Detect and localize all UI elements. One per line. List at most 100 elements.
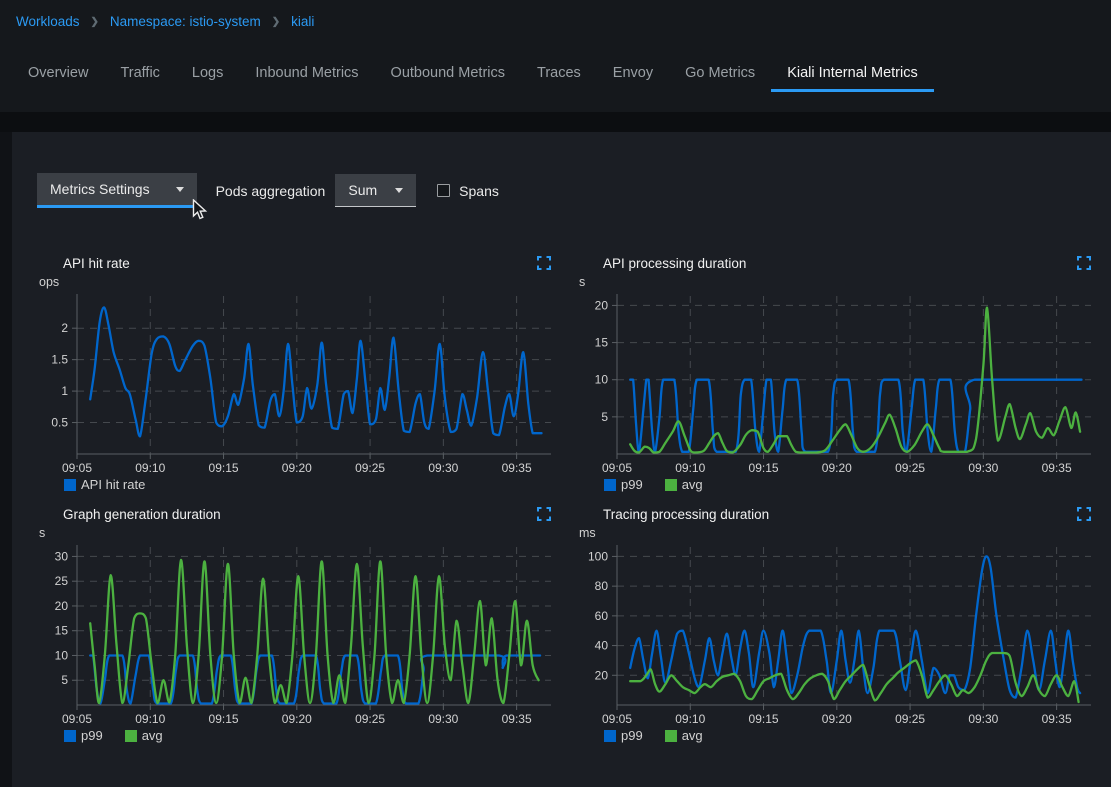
svg-text:100: 100 (588, 549, 608, 563)
chart-canvas[interactable]: 510152009:0509:1009:1509:2009:2509:3009:… (577, 290, 1097, 476)
svg-text:1: 1 (61, 384, 68, 398)
svg-text:20: 20 (595, 298, 609, 312)
svg-text:09:20: 09:20 (282, 712, 312, 726)
content-panel: Metrics Settings Pods aggregation Sum Sp… (12, 132, 1111, 787)
chart-legend: p99 avg (577, 728, 1097, 743)
svg-text:09:35: 09:35 (1042, 461, 1072, 475)
legend-swatch-icon (64, 479, 76, 491)
svg-text:09:15: 09:15 (749, 712, 779, 726)
svg-text:09:30: 09:30 (968, 461, 998, 475)
svg-text:09:20: 09:20 (822, 712, 852, 726)
chart-title: API processing duration (603, 256, 746, 271)
tab-traffic[interactable]: Traffic (104, 56, 175, 92)
chart-legend: p99 avg (577, 477, 1097, 492)
tab-logs[interactable]: Logs (176, 56, 239, 92)
tab-overview[interactable]: Overview (12, 56, 104, 92)
legend-item-avg[interactable]: avg (125, 728, 163, 743)
chart-canvas[interactable]: 2040608010009:0509:1009:1509:2009:2509:3… (577, 541, 1097, 727)
svg-text:09:25: 09:25 (895, 712, 925, 726)
checkbox-icon[interactable] (437, 184, 450, 197)
pods-aggregation-label: Pods aggregation (216, 183, 326, 199)
svg-text:0.5: 0.5 (51, 416, 68, 430)
legend-swatch-icon (64, 730, 76, 742)
svg-text:09:10: 09:10 (675, 712, 705, 726)
legend-item-api-hit-rate[interactable]: API hit rate (64, 477, 145, 492)
chart-title: Tracing processing duration (603, 507, 769, 522)
svg-text:09:25: 09:25 (355, 461, 385, 475)
breadcrumb: Workloads ❯ Namespace: istio-system ❯ kiali (0, 0, 1111, 29)
breadcrumb-chevron-icon: ❯ (272, 17, 280, 28)
chart-canvas[interactable]: 0.511.5209:0509:1009:1509:2009:2509:3009… (37, 290, 557, 476)
chart-unit-label: s (37, 526, 557, 541)
legend-label: avg (142, 728, 163, 743)
chart-legend: p99 avg (37, 728, 557, 743)
pods-aggregation-value: Sum (348, 182, 377, 198)
svg-text:09:20: 09:20 (282, 461, 312, 475)
svg-text:09:15: 09:15 (209, 712, 239, 726)
svg-text:09:05: 09:05 (602, 712, 632, 726)
chart-legend: API hit rate (37, 477, 557, 492)
svg-text:09:35: 09:35 (502, 461, 532, 475)
chart-unit-label: s (577, 275, 1097, 290)
svg-text:10: 10 (55, 648, 69, 662)
svg-text:09:35: 09:35 (1042, 712, 1072, 726)
legend-item-avg[interactable]: avg (665, 477, 703, 492)
svg-text:09:05: 09:05 (602, 461, 632, 475)
header-divider-band (0, 112, 1111, 132)
svg-text:1.5: 1.5 (51, 353, 68, 367)
tab-outbound-metrics[interactable]: Outbound Metrics (375, 56, 521, 92)
chart-title: Graph generation duration (63, 507, 221, 522)
legend-item-p99[interactable]: p99 (64, 728, 103, 743)
svg-text:15: 15 (595, 336, 609, 350)
tab-bar: OverviewTrafficLogsInbound MetricsOutbou… (0, 56, 1111, 92)
svg-text:2: 2 (61, 321, 68, 335)
breadcrumb-link[interactable]: Namespace: istio-system (110, 14, 261, 29)
legend-label: p99 (621, 477, 643, 492)
spans-label: Spans (459, 183, 499, 199)
chart-unit-label: ms (577, 526, 1097, 541)
breadcrumb-link[interactable]: Workloads (16, 14, 80, 29)
chart-canvas[interactable]: 5101520253009:0509:1009:1509:2009:2509:3… (37, 541, 557, 727)
svg-text:09:20: 09:20 (822, 461, 852, 475)
svg-text:09:25: 09:25 (895, 461, 925, 475)
legend-label: API hit rate (81, 477, 145, 492)
svg-text:09:10: 09:10 (135, 461, 165, 475)
breadcrumb-chevron-icon: ❯ (91, 17, 99, 28)
tab-go-metrics[interactable]: Go Metrics (669, 56, 771, 92)
tab-envoy[interactable]: Envoy (597, 56, 669, 92)
caret-down-icon (176, 187, 184, 192)
svg-text:15: 15 (55, 624, 69, 638)
breadcrumb-link[interactable]: kiali (291, 14, 314, 29)
page-header: Workloads❯Namespace: istio-system❯kiali … (0, 0, 1111, 112)
legend-label: avg (682, 477, 703, 492)
svg-text:10: 10 (595, 373, 609, 387)
legend-label: p99 (621, 728, 643, 743)
svg-text:5: 5 (601, 410, 608, 424)
expand-chart-icon[interactable] (537, 507, 551, 521)
legend-swatch-icon (665, 479, 677, 491)
svg-text:25: 25 (55, 574, 69, 588)
svg-text:80: 80 (595, 579, 609, 593)
chart-card-graph-generation-duration: Graph generation duration s 510152025300… (37, 505, 557, 743)
spans-checkbox[interactable]: Spans (437, 183, 499, 199)
legend-item-avg[interactable]: avg (665, 728, 703, 743)
expand-chart-icon[interactable] (537, 256, 551, 270)
expand-chart-icon[interactable] (1077, 256, 1091, 270)
svg-text:09:10: 09:10 (135, 712, 165, 726)
tab-inbound-metrics[interactable]: Inbound Metrics (239, 56, 374, 92)
expand-chart-icon[interactable] (1077, 507, 1091, 521)
svg-text:09:15: 09:15 (209, 461, 239, 475)
legend-label: avg (682, 728, 703, 743)
metrics-toolbar: Metrics Settings Pods aggregation Sum Sp… (37, 173, 1111, 208)
svg-text:30: 30 (55, 549, 69, 563)
tab-traces[interactable]: Traces (521, 56, 597, 92)
legend-item-p99[interactable]: p99 (604, 728, 643, 743)
tab-kiali-internal-metrics[interactable]: Kiali Internal Metrics (771, 56, 934, 92)
pods-aggregation-dropdown[interactable]: Sum (335, 174, 416, 207)
metrics-settings-label: Metrics Settings (50, 181, 150, 197)
legend-item-p99[interactable]: p99 (604, 477, 643, 492)
charts-grid: API hit rate ops 0.511.5209:0509:1009:15… (37, 254, 1111, 743)
svg-text:09:10: 09:10 (675, 461, 705, 475)
svg-text:40: 40 (595, 639, 609, 653)
metrics-settings-dropdown[interactable]: Metrics Settings (37, 173, 197, 208)
